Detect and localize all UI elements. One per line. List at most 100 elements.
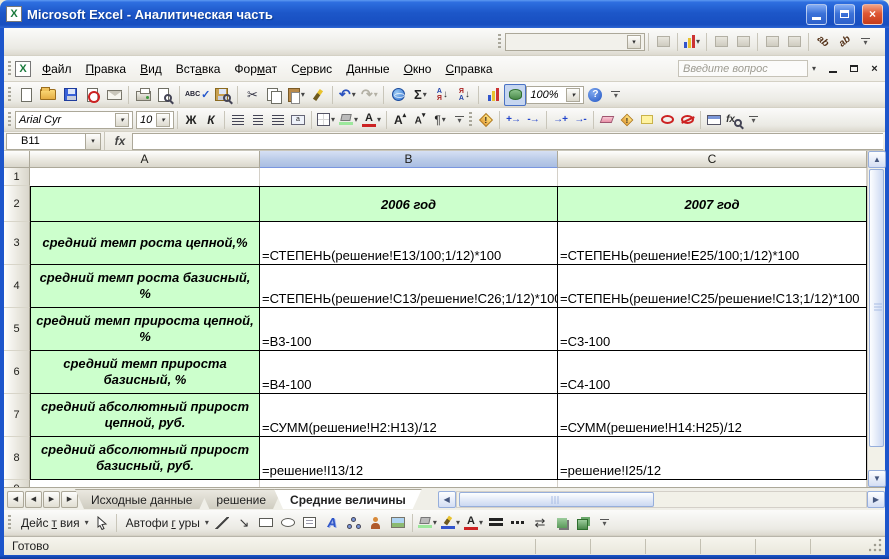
cell-c4[interactable]: =СТЕПЕНЬ(решение!C25/решение!C13;1/12)*1…: [558, 265, 867, 308]
wordart-button[interactable]: A: [321, 512, 343, 534]
name-box[interactable]: B11: [6, 133, 86, 150]
cell-a7[interactable]: средний абсолютный прирост цепной, руб.: [30, 394, 260, 437]
error-checking-button[interactable]: !: [476, 110, 496, 130]
zoom-combo[interactable]: 100%▾: [526, 86, 584, 104]
cell-b3[interactable]: =СТЕПЕНЬ(решение!E13/100;1/12)*100: [260, 222, 558, 265]
circle-invalid-data-button[interactable]: [657, 110, 677, 130]
cell-a6[interactable]: средний темп прироста базисный, %: [30, 351, 260, 394]
cell-a5[interactable]: средний темп прироста цепной, %: [30, 308, 260, 351]
row-header-4[interactable]: 4: [4, 265, 30, 308]
format-selection-button[interactable]: [652, 31, 674, 53]
fill-color-button[interactable]: ▾: [416, 512, 439, 534]
first-sheet-button[interactable]: ◀: [7, 491, 24, 508]
next-sheet-button[interactable]: ▶: [43, 491, 60, 508]
row-header-6[interactable]: 6: [4, 351, 30, 394]
chart-objects-combo[interactable]: ▾: [505, 33, 645, 51]
cell-a8[interactable]: средний абсолютный прирост базисный, руб…: [30, 437, 260, 480]
toolbar-grip[interactable]: [8, 515, 11, 531]
chevron-down-icon[interactable]: ▾: [812, 64, 816, 73]
arrow-style-button[interactable]: ⇄: [529, 512, 551, 534]
line-style-button[interactable]: [485, 512, 507, 534]
font-color-button[interactable]: A▾: [360, 110, 383, 130]
cell-a9[interactable]: [30, 480, 260, 487]
cell-c3[interactable]: =СТЕПЕНЬ(решение!E25/100;1/12)*100: [558, 222, 867, 265]
toolbar-grip[interactable]: [498, 34, 501, 50]
align-right-button[interactable]: [268, 110, 288, 130]
column-header-c[interactable]: C: [558, 151, 867, 168]
evaluate-formula-button[interactable]: fx: [724, 110, 744, 130]
open-button[interactable]: [37, 84, 59, 106]
cell-c8[interactable]: =решение!I25/12: [558, 437, 867, 480]
horizontal-scroll-thumb[interactable]: [459, 492, 654, 507]
chevron-down-icon[interactable]: ▾: [156, 113, 170, 127]
previous-sheet-button[interactable]: ◀: [25, 491, 42, 508]
cell-b4[interactable]: =СТЕПЕНЬ(решение!C13/решение!C26;1/12)*1…: [260, 265, 558, 308]
workbook-minimize-button[interactable]: [824, 60, 841, 77]
cell-a4[interactable]: средний темп роста базисный, %: [30, 265, 260, 308]
insert-picture-button[interactable]: [387, 512, 409, 534]
toolbar-options-button[interactable]: ▾: [746, 116, 761, 124]
print-button[interactable]: [132, 84, 154, 106]
research-button[interactable]: [212, 84, 234, 106]
menu-help[interactable]: Справка: [438, 59, 499, 79]
italic-button[interactable]: К: [201, 110, 221, 130]
row-header-7[interactable]: 7: [4, 394, 30, 437]
dash-style-button[interactable]: [507, 512, 529, 534]
comment-button[interactable]: [637, 110, 657, 130]
last-sheet-button[interactable]: ▶: [61, 491, 78, 508]
line-button[interactable]: [211, 512, 233, 534]
borders-button[interactable]: ▾: [315, 110, 337, 130]
select-all-corner[interactable]: [4, 151, 30, 168]
remove-all-arrows-button[interactable]: [597, 110, 617, 130]
cell-a3[interactable]: средний темп роста цепной,%: [30, 222, 260, 265]
scroll-left-button[interactable]: ◀: [438, 491, 456, 508]
new-button[interactable]: [15, 84, 37, 106]
scroll-up-button[interactable]: ▲: [868, 151, 886, 168]
row-header-9[interactable]: 9: [4, 480, 30, 487]
toolbar-grip[interactable]: [469, 112, 472, 128]
toolbar-grip[interactable]: [8, 61, 11, 77]
chart-wizard-button[interactable]: [482, 84, 504, 106]
vertical-scroll-track[interactable]: [868, 448, 885, 470]
by-column-button[interactable]: [783, 31, 805, 53]
undo-button[interactable]: ↶▾: [336, 84, 358, 106]
chevron-down-icon[interactable]: ▾: [115, 113, 129, 127]
text-box-button[interactable]: [299, 512, 321, 534]
sort-descending-button[interactable]: ЯА↓: [453, 84, 475, 106]
remove-dependent-arrows-button[interactable]: →-: [570, 110, 590, 130]
font-color-button[interactable]: A▾: [462, 512, 485, 534]
toolbar-grip[interactable]: [8, 87, 11, 103]
row-header-1[interactable]: 1: [4, 168, 30, 186]
autosum-button[interactable]: Σ▾: [409, 84, 431, 106]
sort-ascending-button[interactable]: АЯ↓: [431, 84, 453, 106]
column-header-a[interactable]: A: [30, 151, 260, 168]
cell-c1[interactable]: [558, 168, 867, 186]
fill-color-button[interactable]: ▾: [337, 110, 360, 130]
row-header-8[interactable]: 8: [4, 437, 30, 480]
threed-style-button[interactable]: [573, 512, 595, 534]
rectangle-button[interactable]: [255, 512, 277, 534]
shadow-style-button[interactable]: [551, 512, 573, 534]
cell-b1[interactable]: [260, 168, 558, 186]
cell-c2[interactable]: 2007 год: [558, 186, 867, 222]
remove-precedent-arrows-button[interactable]: -→: [523, 110, 543, 130]
insert-function-button[interactable]: fx: [108, 133, 132, 150]
shrink-font-button[interactable]: A▾: [410, 110, 430, 130]
draw-menu-button[interactable]: Действия ▾: [15, 512, 91, 534]
trace-dependents-button[interactable]: →+: [550, 110, 570, 130]
cell-c6[interactable]: =C4-100: [558, 351, 867, 394]
cell-b7[interactable]: =СУММ(решение!H2:H13)/12: [260, 394, 558, 437]
chevron-down-icon[interactable]: ▾: [627, 35, 641, 49]
bold-button[interactable]: Ж: [181, 110, 201, 130]
row-header-3[interactable]: 3: [4, 222, 30, 265]
resize-grip[interactable]: [869, 539, 883, 553]
workbook-restore-button[interactable]: [845, 60, 862, 77]
menu-tools[interactable]: Сервис: [284, 59, 339, 79]
hyperlink-button[interactable]: [387, 84, 409, 106]
sheet-tab-averages[interactable]: Средние величины: [274, 489, 422, 509]
grow-font-button[interactable]: A▴: [390, 110, 410, 130]
cell-b9[interactable]: [260, 480, 558, 487]
menu-edit[interactable]: Правка: [79, 59, 134, 79]
toolbar-options-button[interactable]: ▾: [608, 91, 623, 99]
toolbar-options-button[interactable]: ▾: [452, 116, 467, 124]
